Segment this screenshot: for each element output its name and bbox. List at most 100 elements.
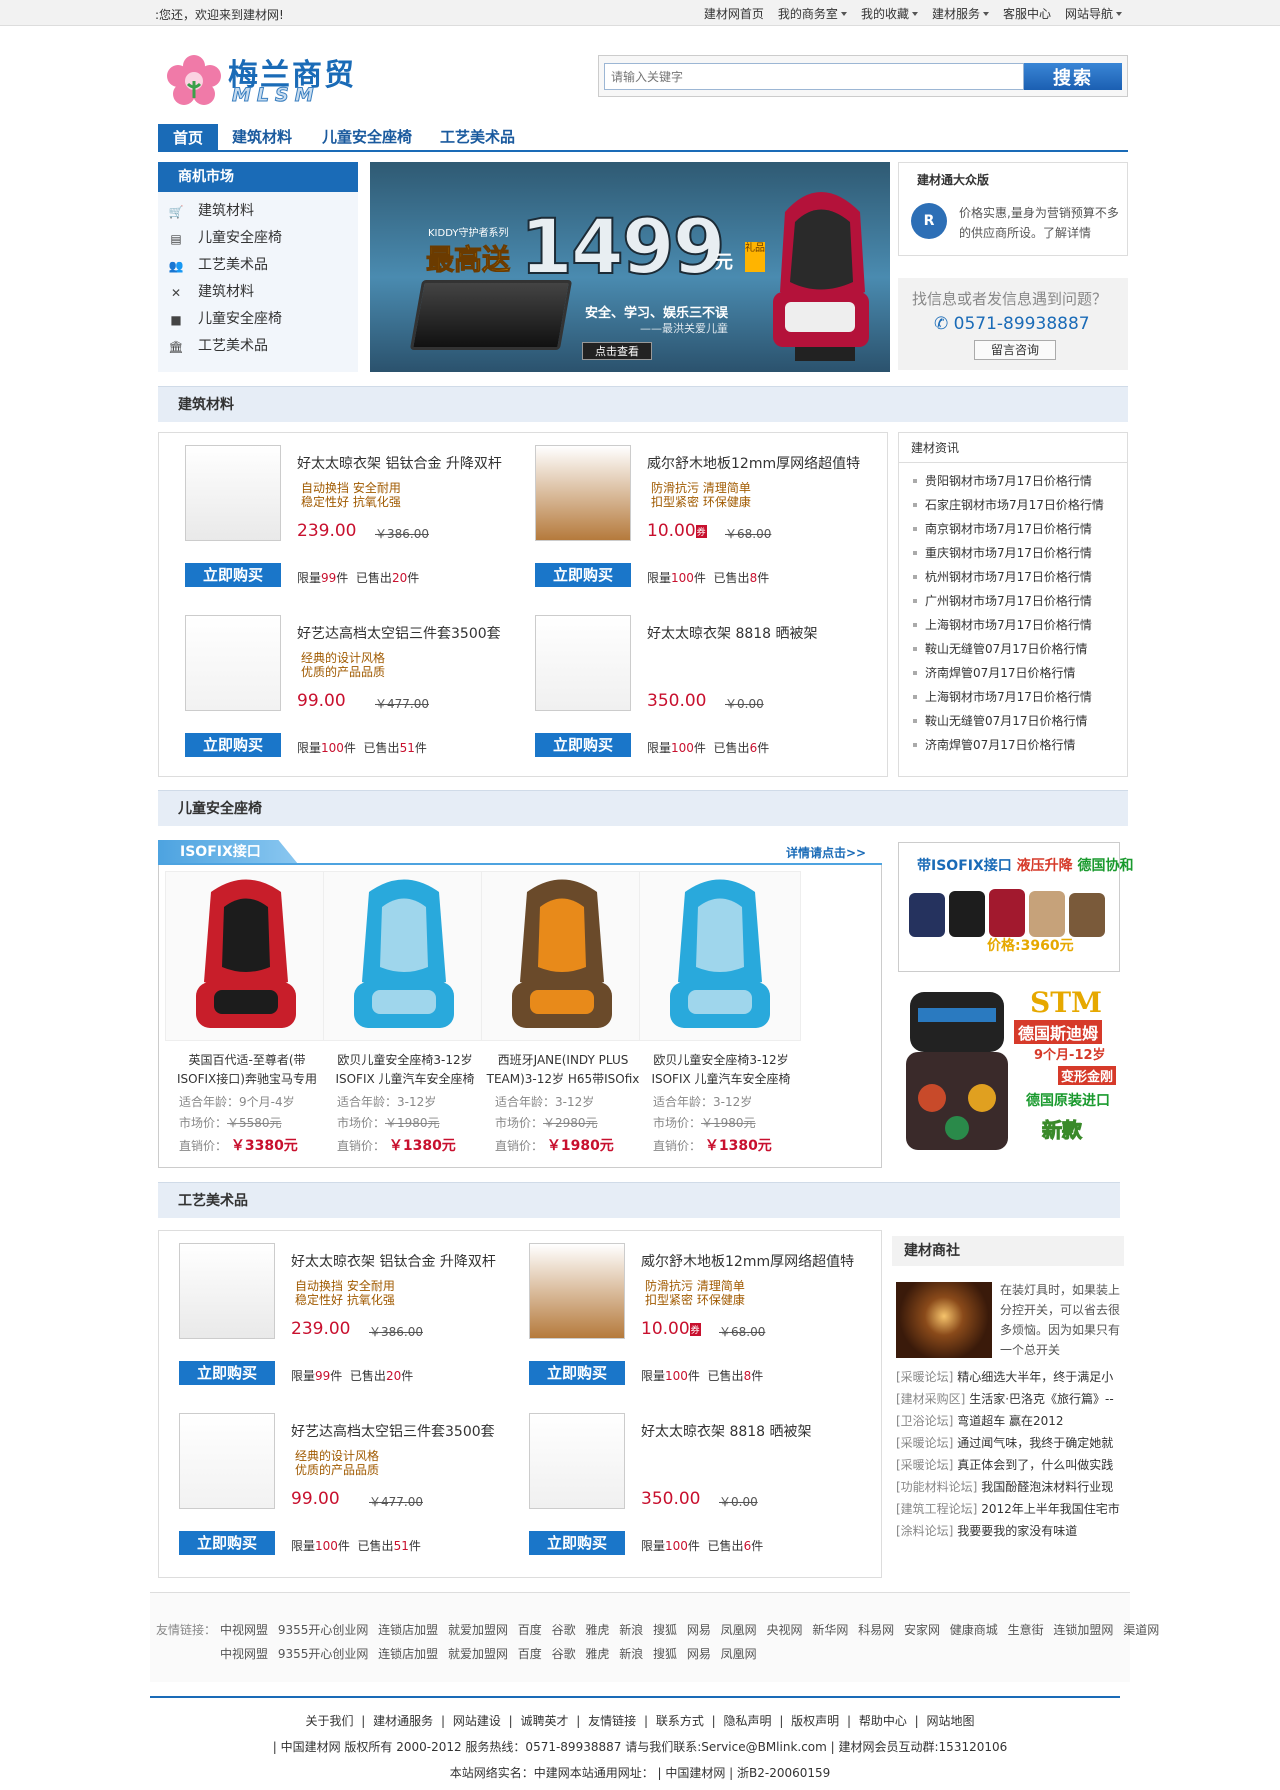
news-item[interactable]: 济南焊管07月17日价格行情	[899, 733, 1127, 757]
product-name[interactable]: 好太太晾衣架 8818 晒被架	[641, 1421, 812, 1441]
seat-image[interactable]	[639, 871, 801, 1041]
buy-now-button[interactable]: 立即购买	[529, 1531, 625, 1555]
nav-child-seats[interactable]: 儿童安全座椅	[322, 126, 412, 147]
search-button[interactable]: 搜索	[1024, 63, 1122, 90]
shangshe-text[interactable]: 通过闻气味，我终于确定她就	[957, 1436, 1113, 1450]
news-item[interactable]: 广州钢材市场7月17日价格行情	[899, 589, 1127, 613]
shangshe-item[interactable]: [建筑工程论坛] 2012年上半年我国住宅市	[896, 1498, 1136, 1520]
shangshe-item[interactable]: [涂料论坛] 我要要我的家没有味道	[896, 1520, 1136, 1542]
seat-image[interactable]	[323, 871, 485, 1041]
seat-name[interactable]: 欧贝儿童安全座椅3-12岁 ISOFIX 儿童汽车安全座椅	[633, 1051, 809, 1089]
isofix-ad[interactable]: 带ISOFIX接口 液压升降 德国协和 价格:3960元	[898, 842, 1134, 972]
top-link-label[interactable]: 我的商务室	[778, 5, 838, 22]
top-link-home[interactable]: 建材网首页	[704, 5, 764, 22]
seat-name[interactable]: 西班牙JANE(INDY PLUS TEAM)3-12岁 H65带ISOfix	[475, 1051, 651, 1089]
shangshe-tag[interactable]: [采暖论坛]	[896, 1458, 953, 1472]
top-link-services[interactable]: 建材服务	[932, 5, 989, 22]
shangshe-text[interactable]: 我要要我的家没有味道	[957, 1524, 1077, 1538]
product-name[interactable]: 好艺达高档太空铝三件套3500套	[297, 623, 501, 643]
top-link-label[interactable]: 网站导航	[1065, 5, 1113, 22]
shangshe-lead[interactable]: 在装灯具时，如果装上分控开关，可以省去很多烦恼。因为如果只有一个总开关	[1000, 1280, 1120, 1360]
top-link-favorites[interactable]: 我的收藏	[861, 5, 918, 22]
product-name[interactable]: 好太太晾衣架 铝钛合金 升降双杆	[297, 453, 502, 473]
top-link-business[interactable]: 我的商务室	[778, 5, 847, 22]
news-item[interactable]: 南京钢材市场7月17日价格行情	[899, 517, 1127, 541]
market-item[interactable]: ▤ 儿童安全座椅	[158, 225, 358, 252]
shangshe-item[interactable]: [功能材料论坛] 我国酚醛泡沫材料行业现	[896, 1476, 1136, 1498]
top-link-label[interactable]: 客服中心	[1003, 5, 1051, 22]
seat-image[interactable]	[481, 871, 643, 1041]
seat-name[interactable]: 英国百代适-至尊者(带 ISOFIX接口)奔驰宝马专用	[159, 1051, 335, 1089]
shangshe-item[interactable]: [采暖论坛] 真正体会到了，什么叫做实践	[896, 1454, 1136, 1476]
news-item[interactable]: 上海钢材市场7月17日价格行情	[899, 685, 1127, 709]
buy-now-button[interactable]: 立即购买	[179, 1361, 275, 1385]
promo-banner[interactable]: KIDDY守护者系列 最高送 1499 元 礼品 安全、学习、娱乐三不误 ——最…	[370, 162, 890, 372]
news-item[interactable]: 贵阳钢材市场7月17日价格行情	[899, 469, 1127, 493]
shangshe-item[interactable]: [卫浴论坛] 弯道超车 赢在2012	[896, 1410, 1136, 1432]
shangshe-text[interactable]: 真正体会到了，什么叫做实践	[957, 1458, 1113, 1472]
friend-links-row[interactable]: 中视网盟 9355开心创业网 连锁店加盟 就爱加盟网 百度 谷歌 雅虎 新浪 搜…	[220, 1645, 757, 1662]
market-item[interactable]: 🏛 工艺美术品	[158, 333, 358, 360]
product-image[interactable]	[185, 445, 281, 541]
shangshe-tag[interactable]: [建材采购区]	[896, 1392, 965, 1406]
news-item[interactable]: 鞍山无缝管07月17日价格行情	[899, 709, 1127, 733]
market-item[interactable]: 🛒 建筑材料	[158, 198, 358, 225]
shangshe-text[interactable]: 我国酚醛泡沫材料行业现	[981, 1480, 1113, 1494]
shangshe-text[interactable]: 弯道超车 赢在2012	[957, 1414, 1063, 1428]
news-item[interactable]: 上海钢材市场7月17日价格行情	[899, 613, 1127, 637]
product-image[interactable]	[529, 1413, 625, 1509]
friend-links-row[interactable]: 中视网盟 9355开心创业网 连锁店加盟 就爱加盟网 百度 谷歌 雅虎 新浪 搜…	[220, 1621, 1159, 1638]
product-name[interactable]: 好艺达高档太空铝三件套3500套	[291, 1421, 495, 1441]
isofix-tab[interactable]: ISOFIX接口	[158, 840, 298, 864]
product-name[interactable]: 好太太晾衣架 铝钛合金 升降双杆	[291, 1251, 496, 1271]
top-link-support[interactable]: 客服中心	[1003, 5, 1051, 22]
site-logo[interactable]: 梅兰商贸 MLSM	[166, 48, 376, 108]
news-item[interactable]: 鞍山无缝管07月17日价格行情	[899, 637, 1127, 661]
buy-now-button[interactable]: 立即购买	[185, 563, 281, 587]
shangshe-item[interactable]: [采暖论坛] 精心细选大半年，终于满足小	[896, 1366, 1136, 1388]
product-image[interactable]	[179, 1243, 275, 1339]
product-name[interactable]: 好太太晾衣架 8818 晒被架	[647, 623, 818, 643]
seat-name[interactable]: 欧贝儿童安全座椅3-12岁 ISOFIX 儿童汽车安全座椅	[317, 1051, 493, 1089]
shangshe-tag[interactable]: [涂料论坛]	[896, 1524, 953, 1538]
shangshe-item[interactable]: [建材采购区] 生活家·巴洛克《旅行篇》--	[896, 1388, 1136, 1410]
buy-now-button[interactable]: 立即购买	[535, 733, 631, 757]
shangshe-tag[interactable]: [采暖论坛]	[896, 1370, 953, 1384]
seat-image[interactable]	[165, 871, 327, 1041]
search-input[interactable]	[604, 63, 1024, 90]
product-image[interactable]	[185, 615, 281, 711]
stm-ad[interactable]: STM 德国斯迪姆 9个月-12岁 变形金刚 德国原装进口 新款	[898, 982, 1120, 1160]
news-item[interactable]: 杭州钢材市场7月17日价格行情	[899, 565, 1127, 589]
buy-now-button[interactable]: 立即购买	[529, 1361, 625, 1385]
dazhongban-text[interactable]: 价格实惠,量身为营销预算不多的供应商所设。了解详情	[959, 203, 1119, 243]
news-item[interactable]: 石家庄钢材市场7月17日价格行情	[899, 493, 1127, 517]
shangshe-text[interactable]: 精心细选大半年，终于满足小	[957, 1370, 1113, 1384]
buy-now-button[interactable]: 立即购买	[535, 563, 631, 587]
footer-links[interactable]: 关于我们 | 建材通服务 | 网站建设 | 诚聘英才 | 友情链接 | 联系方式…	[0, 1712, 1280, 1729]
shangshe-tag[interactable]: [功能材料论坛]	[896, 1480, 977, 1494]
shangshe-tag[interactable]: [建筑工程论坛]	[896, 1502, 977, 1516]
shangshe-text[interactable]: 生活家·巴洛克《旅行篇》--	[969, 1392, 1113, 1406]
top-link-label[interactable]: 我的收藏	[861, 5, 909, 22]
shangshe-tag[interactable]: [卫浴论坛]	[896, 1414, 953, 1428]
product-image[interactable]	[179, 1413, 275, 1509]
buy-now-button[interactable]: 立即购买	[179, 1531, 275, 1555]
top-link-sitemap[interactable]: 网站导航	[1065, 5, 1122, 22]
nav-home[interactable]: 首页	[158, 124, 218, 152]
isofix-more-link[interactable]: 详情请点击>>	[786, 844, 866, 861]
nav-crafts[interactable]: 工艺美术品	[440, 126, 515, 147]
market-item[interactable]: 👥 工艺美术品	[158, 252, 358, 279]
nav-building-materials[interactable]: 建筑材料	[232, 126, 292, 147]
product-name[interactable]: 威尔舒木地板12mm厚网络超值特	[641, 1251, 854, 1271]
market-item[interactable]: ✕ 建筑材料	[158, 279, 358, 306]
shangshe-tag[interactable]: [采暖论坛]	[896, 1436, 953, 1450]
product-image[interactable]	[535, 445, 631, 541]
product-image[interactable]	[529, 1243, 625, 1339]
message-button[interactable]: 留言咨询	[974, 340, 1056, 360]
news-item[interactable]: 重庆钢材市场7月17日价格行情	[899, 541, 1127, 565]
market-item[interactable]: ■ 儿童安全座椅	[158, 306, 358, 333]
product-image[interactable]	[535, 615, 631, 711]
banner-view-button[interactable]: 点击查看	[582, 342, 652, 360]
buy-now-button[interactable]: 立即购买	[185, 733, 281, 757]
top-link-label[interactable]: 建材服务	[932, 5, 980, 22]
